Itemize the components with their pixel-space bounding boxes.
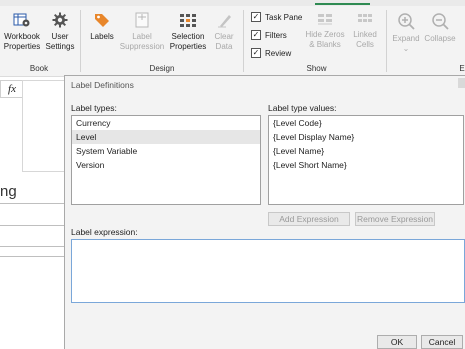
selection-properties-label-2: Properties (169, 42, 207, 51)
selection-properties-icon (180, 14, 196, 27)
workbook-properties-button[interactable]: Workbook Properties (2, 12, 42, 52)
list-item-version[interactable]: Version (72, 158, 260, 172)
clear-data-label-2: Data (215, 42, 233, 51)
linked-cells-icon (358, 14, 372, 22)
review-label: Review (265, 48, 292, 58)
list-item-level-code[interactable]: {Level Code} (269, 116, 463, 130)
linked-cells-label-1: Linked (353, 30, 377, 39)
dialog-title: Label Definitions (71, 80, 134, 90)
group-separator (386, 10, 387, 72)
group-label-partial: E (459, 64, 465, 73)
clear-data-label-1: Clear (214, 32, 234, 41)
label-types-list[interactable]: Currency Level System Variable Version (71, 115, 261, 205)
label-type-values-list[interactable]: {Level Code} {Level Display Name} {Level… (268, 115, 464, 205)
sheet-divider (0, 203, 64, 204)
labels-label: Labels (90, 32, 114, 41)
task-pane-checkbox[interactable]: ✓ Task Pane (251, 12, 302, 22)
function-icon[interactable]: fx (0, 80, 24, 98)
label-types-heading: Label types: (71, 103, 117, 113)
label-definitions-dialog: Label Definitions Label types: Currency … (64, 75, 465, 349)
hide-zeros-label-1: Hide Zeros (305, 30, 345, 39)
label-expression-input[interactable] (71, 239, 465, 303)
zoom-in-icon (398, 13, 415, 30)
task-pane-label: Task Pane (265, 12, 303, 22)
linked-cells-button[interactable]: Linked Cells (348, 12, 382, 50)
ribbon: Workbook Properties User Settings Book L… (0, 0, 465, 77)
user-settings-label-2: Settings (45, 42, 75, 51)
labels-button[interactable]: Labels (86, 12, 118, 42)
group-label-design: Design (149, 64, 175, 73)
list-item-level-short-name[interactable]: {Level Short Name} (269, 158, 463, 172)
selection-properties-label-1: Selection (171, 32, 205, 41)
add-expression-button[interactable]: Add Expression (268, 212, 350, 226)
hide-zeros-icon (318, 14, 332, 25)
remove-expression-button[interactable]: Remove Expression (355, 212, 435, 226)
label-suppression-button[interactable]: Label Suppression (118, 12, 166, 52)
user-settings-button[interactable]: User Settings (44, 12, 76, 52)
group-label-book: Book (29, 64, 49, 73)
hide-zeros-label-2: & Blanks (309, 40, 341, 49)
list-item-level-name[interactable]: {Level Name} (269, 144, 463, 158)
checkbox-checked-icon: ✓ (251, 30, 261, 40)
sheet-partial-text: ng (0, 183, 17, 200)
group-separator (243, 10, 244, 72)
review-checkbox[interactable]: ✓ Review (251, 48, 291, 58)
user-settings-label-1: User (51, 32, 69, 41)
group-label-show: Show (306, 64, 327, 73)
list-item-currency[interactable]: Currency (72, 116, 260, 130)
tag-icon (95, 14, 109, 27)
gear-icon (52, 12, 68, 28)
cancel-button[interactable]: Cancel (421, 335, 463, 349)
sheet-divider (0, 256, 64, 257)
filters-label: Filters (265, 30, 287, 40)
label-suppression-label-2: Suppression (119, 42, 165, 51)
hide-zeros-blanks-button[interactable]: Hide Zeros & Blanks (304, 12, 346, 50)
linked-cells-label-2: Cells (356, 40, 374, 49)
clear-data-button[interactable]: Clear Data (210, 12, 238, 52)
group-separator (80, 10, 81, 72)
checkbox-checked-icon: ✓ (251, 12, 261, 22)
workbook-properties-icon (13, 13, 30, 27)
workbook-properties-label-2: Properties (3, 42, 41, 51)
label-expression-heading: Label expression: (71, 227, 138, 237)
formula-bar[interactable] (22, 80, 68, 172)
expand-label: Expand (392, 34, 420, 43)
sheet-divider (0, 225, 64, 226)
label-suppression-icon (135, 12, 149, 28)
chevron-down-icon: ⌄ (402, 44, 410, 53)
zoom-out-icon (432, 13, 449, 30)
label-suppression-label-1: Label (132, 32, 152, 41)
sheet-divider (0, 246, 64, 247)
list-item-system-variable[interactable]: System Variable (72, 144, 260, 158)
collapse-button[interactable]: Collapse (422, 12, 458, 44)
active-tab-indicator (315, 3, 370, 5)
eraser-icon (218, 15, 231, 28)
label-type-values-heading: Label type values: (268, 103, 337, 113)
checkbox-checked-icon: ✓ (251, 48, 261, 58)
filters-checkbox[interactable]: ✓ Filters (251, 30, 287, 40)
ribbon-top-strip (0, 0, 465, 6)
expand-button[interactable]: Expand ⌄ (390, 12, 422, 54)
list-item-level[interactable]: Level (72, 130, 260, 144)
list-item-level-display-name[interactable]: {Level Display Name} (269, 130, 463, 144)
selection-properties-button[interactable]: Selection Properties (166, 12, 210, 52)
close-icon[interactable] (458, 78, 465, 88)
collapse-label: Collapse (424, 34, 456, 43)
ok-button[interactable]: OK (377, 335, 417, 349)
workbook-properties-label-1: Workbook (4, 32, 40, 41)
